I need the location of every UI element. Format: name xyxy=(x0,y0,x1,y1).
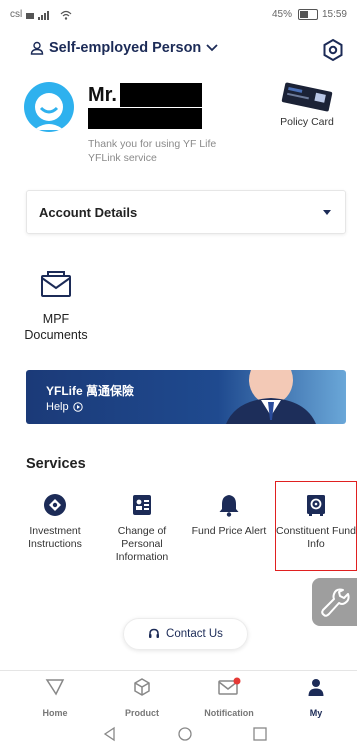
settings-button[interactable] xyxy=(321,38,345,62)
fund-price-alert-button[interactable]: Fund Price Alert xyxy=(189,492,269,538)
nav-label: Product xyxy=(124,708,159,718)
play-circle-icon xyxy=(72,402,83,412)
mpf-documents-button[interactable]: MPF Documents xyxy=(18,270,94,344)
nav-my[interactable]: My xyxy=(281,677,351,718)
service-label: Change of Personal Information xyxy=(115,525,169,564)
back-icon[interactable] xyxy=(102,726,118,742)
bell-icon xyxy=(219,495,239,517)
policy-card-label: Policy Card xyxy=(280,116,334,128)
mail-envelope-icon xyxy=(41,271,71,297)
account-details-dropdown[interactable]: Account Details xyxy=(26,190,346,234)
id-card-icon xyxy=(133,495,151,515)
smiley-avatar-icon xyxy=(34,93,64,130)
profile-selector[interactable]: Self-employed Person xyxy=(30,40,218,56)
avatar xyxy=(24,82,74,132)
nav-label: My xyxy=(309,708,323,718)
mpf-documents-label: MPF Documents xyxy=(24,312,88,343)
service-label: Investment Instructions xyxy=(28,525,82,551)
nav-label: Home xyxy=(42,708,68,718)
services-title: Services xyxy=(26,456,86,472)
change-personal-info-button[interactable]: Change of Personal Information xyxy=(102,492,182,564)
safe-icon xyxy=(307,495,325,516)
person-icon xyxy=(308,679,324,696)
home-icon xyxy=(45,679,65,696)
service-label: Constituent Fund Info xyxy=(276,525,356,551)
help-label: Help xyxy=(46,401,69,413)
carrier-label: csl xyxy=(10,9,23,20)
battery-percent: 45% xyxy=(271,9,292,20)
advisor-illustration xyxy=(226,370,316,424)
investment-icon xyxy=(44,494,66,516)
wrench-icon xyxy=(321,588,350,617)
headset-icon xyxy=(149,628,160,638)
mail-icon xyxy=(218,677,241,695)
constituent-fund-info-button[interactable]: Constituent Fund Info xyxy=(275,481,357,571)
policy-card-button[interactable]: Policy Card xyxy=(276,80,336,130)
tools-floating-button[interactable] xyxy=(312,578,357,626)
help-banner[interactable]: YFLife 萬通保險 Help xyxy=(26,370,346,424)
welcome-text: Thank you for using YF Life YFLink servi… xyxy=(88,138,217,164)
help-link[interactable]: Help xyxy=(46,401,83,413)
home-circle-icon[interactable] xyxy=(177,726,193,742)
account-details-label: Account Details xyxy=(39,205,138,220)
nav-label: Notification xyxy=(204,708,254,718)
profile-label: Self-employed Person xyxy=(49,40,202,56)
chevron-down-icon xyxy=(206,44,218,52)
bottom-nav: Home Product Notification My xyxy=(0,670,357,719)
contact-us-button[interactable]: Contact Us xyxy=(123,618,248,650)
nav-product[interactable]: Product xyxy=(107,677,177,718)
clock: 15:59 xyxy=(321,9,347,20)
status-bar: csl 45% 15:59 xyxy=(0,0,357,30)
brand-logo: YFLife 萬通保險 xyxy=(46,384,135,398)
battery-icon xyxy=(297,9,318,20)
user-outline-icon xyxy=(30,41,44,55)
system-nav-bar xyxy=(0,718,357,749)
service-label: Fund Price Alert xyxy=(191,525,267,537)
recents-icon[interactable] xyxy=(252,726,268,742)
card-icon xyxy=(281,82,333,112)
redaction-bar xyxy=(88,108,202,129)
contact-us-label: Contact Us xyxy=(166,628,223,640)
caret-down-icon xyxy=(323,210,331,215)
signal-icon xyxy=(26,10,50,20)
user-name: Mr. xyxy=(88,84,117,106)
gear-icon xyxy=(323,38,343,62)
product-icon xyxy=(134,678,150,696)
redaction-bar xyxy=(120,83,202,107)
nav-notification[interactable]: Notification xyxy=(194,677,264,718)
investment-instructions-button[interactable]: Investment Instructions xyxy=(15,492,95,551)
nav-home[interactable]: Home xyxy=(20,677,90,718)
notification-badge xyxy=(233,677,241,685)
wifi-icon xyxy=(60,10,72,20)
